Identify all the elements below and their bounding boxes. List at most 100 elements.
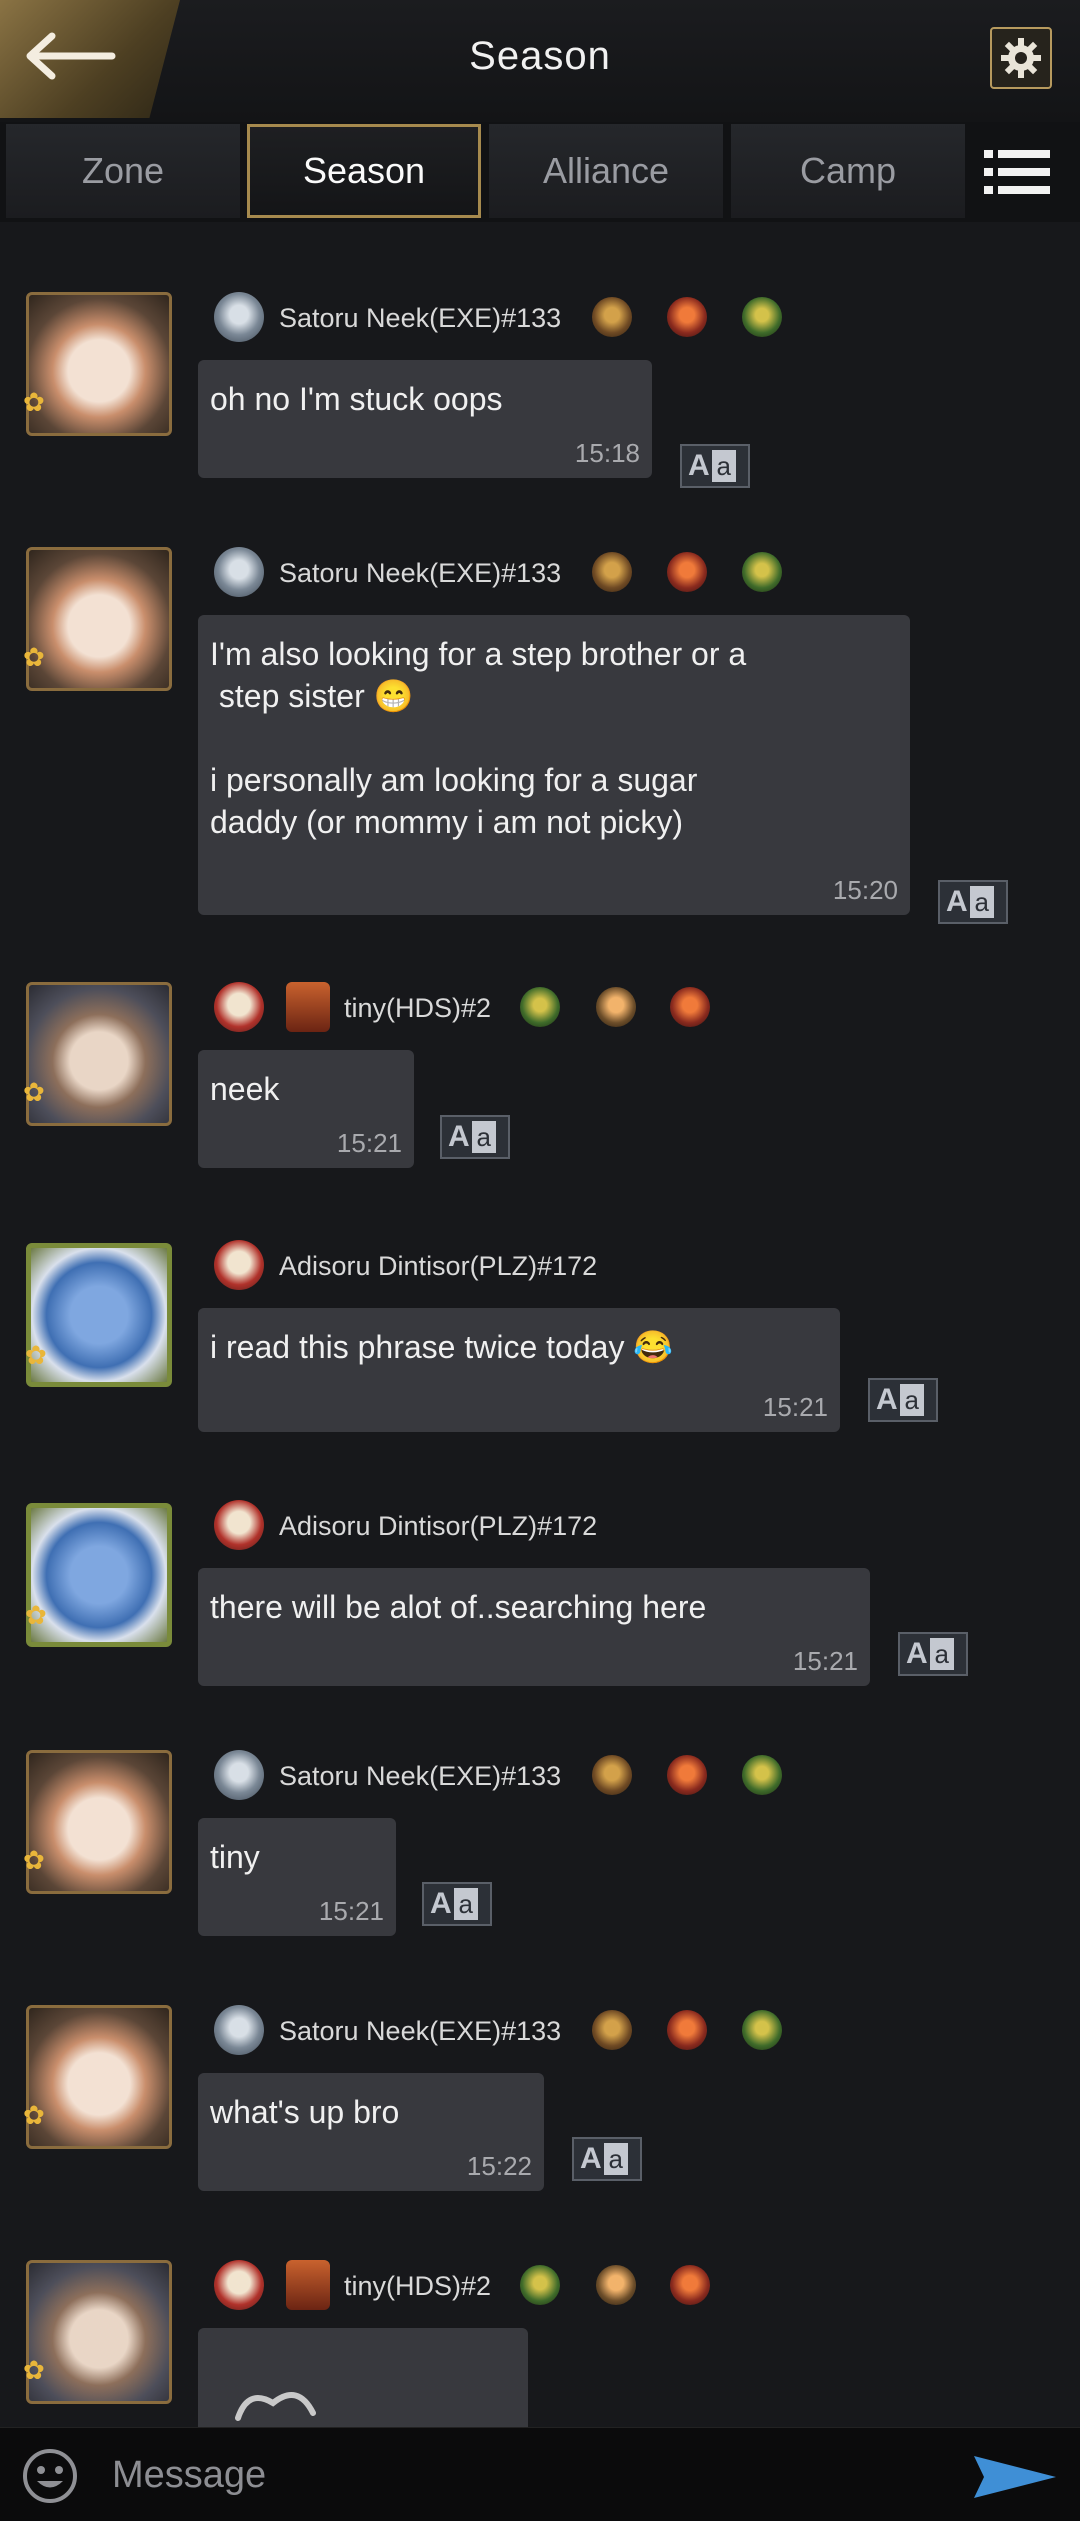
translate-label: A: [946, 885, 968, 918]
username[interactable]: Adisoru Dintisor(PLZ)#172: [279, 1251, 597, 1282]
translate-label: A: [430, 1887, 452, 1920]
tab-season[interactable]: Season: [247, 124, 481, 218]
translate-label: A: [580, 2142, 602, 2175]
medal-icon: [742, 2010, 782, 2050]
message-list[interactable]: ✿ Satoru Neek(EXE)#133 oh no I'm stuck o…: [0, 222, 1080, 2427]
medal-icon: [596, 987, 636, 1027]
tiki-badge-icon: [286, 2260, 330, 2310]
flower-decoration-icon: ✿: [23, 1845, 45, 1875]
rank-badge-icon: [214, 547, 264, 597]
translate-label: a: [603, 2143, 628, 2175]
tab-alliance[interactable]: Alliance: [489, 124, 723, 218]
flower-decoration-icon: ✿: [23, 642, 45, 672]
medal-icon: [667, 297, 707, 337]
medal-icon: [670, 987, 710, 1027]
translate-button[interactable]: Aa: [422, 1882, 492, 1926]
translate-label: A: [448, 1120, 470, 1153]
translate-label: A: [876, 1383, 898, 1416]
rank-badge-icon: [214, 2260, 264, 2310]
message-time: 15:21: [318, 1896, 384, 1926]
message-bubble[interactable]: tiny 15:21: [198, 1818, 396, 1936]
avatar[interactable]: ✿: [25, 1503, 172, 1647]
settings-button[interactable]: [990, 27, 1052, 89]
medal-icon: [670, 2265, 710, 2305]
flower-decoration-icon: ✿: [23, 2100, 45, 2130]
username[interactable]: tiny(HDS)#2: [344, 993, 491, 1024]
medal-icon: [592, 297, 632, 337]
username[interactable]: Satoru Neek(EXE)#133: [279, 1761, 561, 1792]
message-bubble[interactable]: oh no I'm stuck oops 15:18: [198, 360, 652, 478]
avatar[interactable]: ✿: [23, 292, 172, 436]
message-text: tiny: [210, 1839, 260, 1875]
message-bubble[interactable]: i read this phrase twice today 😂 15:21: [198, 1308, 840, 1432]
message-bubble[interactable]: I'm also looking for a step brother or a…: [198, 615, 910, 915]
message-bubble[interactable]: [198, 2328, 528, 2427]
rank-badge-icon: [214, 1750, 264, 1800]
rank-badge-icon: [214, 982, 264, 1032]
message-text: i read this phrase twice today 😂: [210, 1329, 674, 1365]
smiley-icon[interactable]: [22, 2448, 78, 2504]
medal-icon: [592, 1755, 632, 1795]
translate-button[interactable]: Aa: [572, 2137, 642, 2181]
message-text: what's up bro: [210, 2094, 400, 2130]
flower-decoration-icon: ✿: [23, 387, 45, 417]
translate-button[interactable]: Aa: [680, 444, 750, 488]
tab-zone[interactable]: Zone: [6, 124, 240, 218]
medal-icon: [592, 2010, 632, 2050]
avatar[interactable]: ✿: [23, 982, 172, 1126]
translate-label: a: [453, 1888, 478, 1920]
avatar[interactable]: ✿: [23, 547, 172, 691]
translate-label: A: [906, 1637, 928, 1670]
translate-label: a: [711, 450, 736, 482]
message-time: 15:21: [792, 1646, 858, 1676]
gear-icon: [1001, 38, 1041, 78]
message-bubble[interactable]: what's up bro 15:22: [198, 2073, 544, 2191]
message-time: 15:22: [466, 2151, 532, 2181]
medal-icon: [596, 2265, 636, 2305]
message-time: 15:21: [762, 1392, 828, 1422]
rank-badge-icon: [214, 1500, 264, 1550]
message-text: there will be alot of..searching here: [210, 1589, 707, 1625]
avatar[interactable]: ✿: [23, 2005, 172, 2149]
sticker-image: [235, 2392, 316, 2421]
translate-button[interactable]: Aa: [868, 1378, 938, 1422]
username[interactable]: Satoru Neek(EXE)#133: [279, 2016, 561, 2047]
medal-icon: [667, 2010, 707, 2050]
username[interactable]: Satoru Neek(EXE)#133: [279, 303, 561, 334]
channel-tabs: Zone Season Alliance Camp: [0, 122, 1080, 222]
message-text: oh no I'm stuck oops: [210, 381, 503, 417]
username[interactable]: Satoru Neek(EXE)#133: [279, 558, 561, 589]
message-bubble[interactable]: neek 15:21: [198, 1050, 414, 1168]
avatar[interactable]: ✿: [25, 1243, 172, 1387]
rank-badge-icon: [214, 2005, 264, 2055]
flower-decoration-icon: ✿: [25, 1340, 47, 1370]
translate-button[interactable]: Aa: [440, 1115, 510, 1159]
translate-label: A: [688, 449, 710, 482]
translate-label: a: [929, 1638, 954, 1670]
translate-label: a: [899, 1384, 924, 1416]
rank-badge-icon: [214, 292, 264, 342]
rank-badge-icon: [214, 1240, 264, 1290]
list-menu-icon[interactable]: [984, 146, 1050, 198]
tiki-badge-icon: [286, 982, 330, 1032]
message-input[interactable]: [110, 2444, 954, 2506]
message-bubble[interactable]: there will be alot of..searching here 15…: [198, 1568, 870, 1686]
medal-icon: [742, 1755, 782, 1795]
translate-button[interactable]: Aa: [938, 880, 1008, 924]
medal-icon: [742, 297, 782, 337]
send-icon[interactable]: [972, 2452, 1058, 2502]
medal-icon: [742, 552, 782, 592]
medal-icon: [520, 987, 560, 1027]
top-bar: Season: [0, 0, 1080, 124]
avatar[interactable]: ✿: [23, 2260, 172, 2404]
translate-button[interactable]: Aa: [898, 1632, 968, 1676]
username[interactable]: tiny(HDS)#2: [344, 2271, 491, 2302]
username[interactable]: Adisoru Dintisor(PLZ)#172: [279, 1511, 597, 1542]
tab-camp[interactable]: Camp: [731, 124, 965, 218]
message-text: I'm also looking for a step brother or a…: [210, 636, 747, 840]
medal-icon: [667, 1755, 707, 1795]
medal-icon: [520, 2265, 560, 2305]
avatar[interactable]: ✿: [23, 1750, 172, 1894]
translate-label: a: [969, 886, 994, 918]
flower-decoration-icon: ✿: [25, 1600, 47, 1630]
